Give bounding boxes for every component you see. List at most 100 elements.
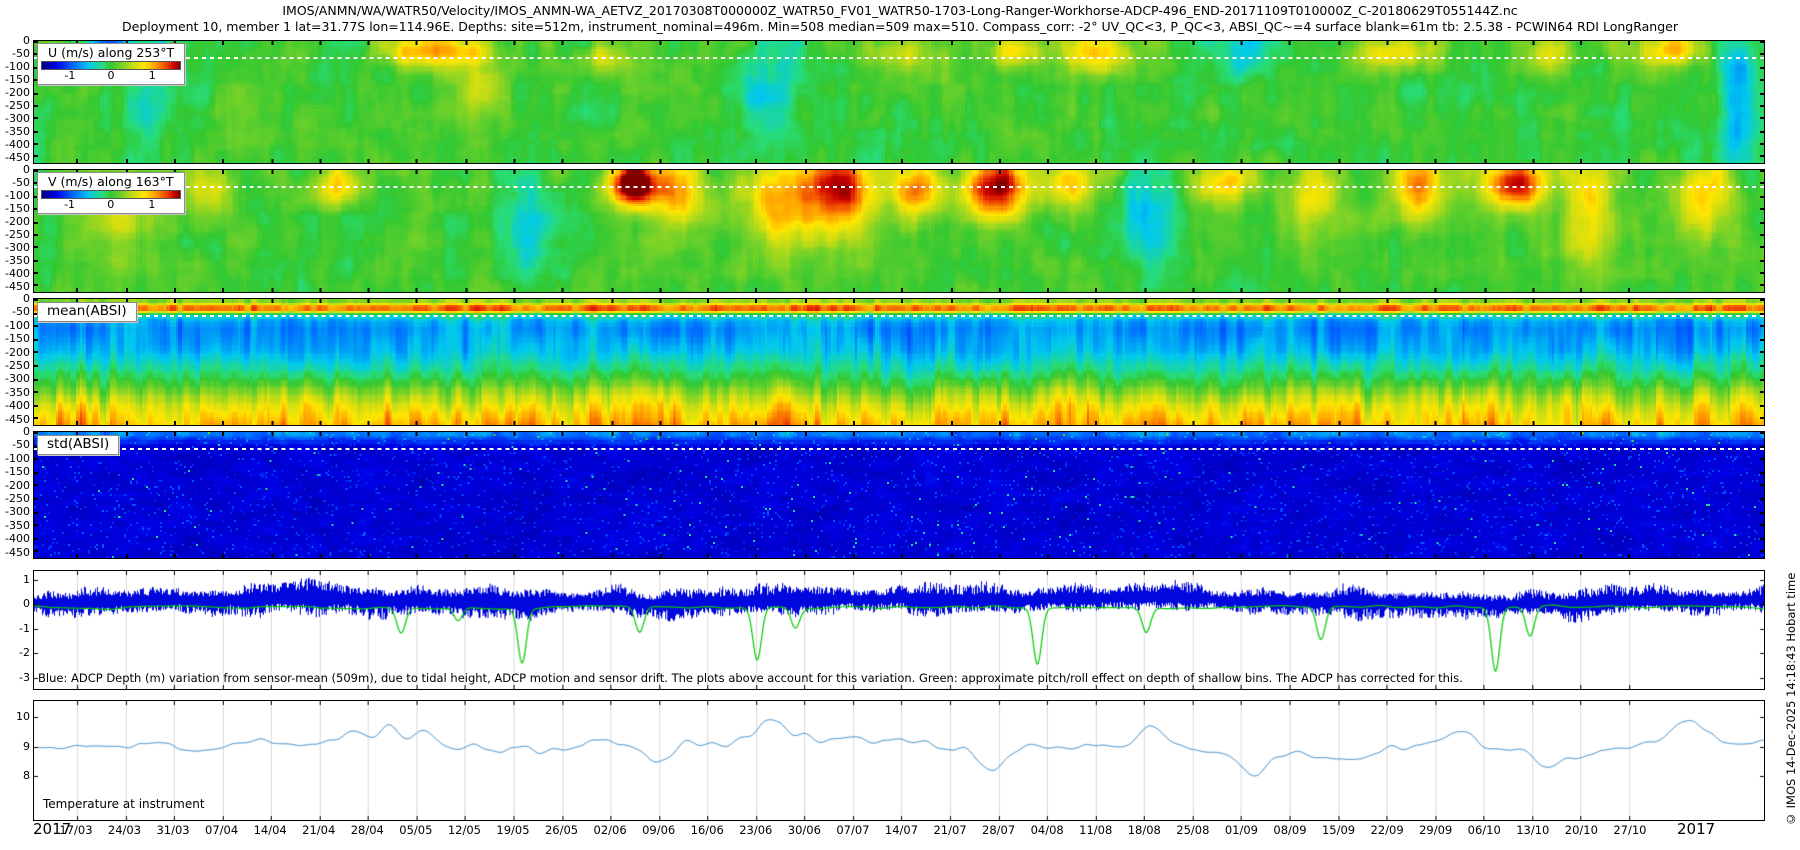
colorbar-tick-label: 0 [107, 198, 115, 211]
panel-v-velocity: V (m/s) along 163°T -1 0 1 [33, 169, 1765, 293]
x-tick-label: 29/09 [1419, 823, 1453, 837]
x-tick-label: 12/05 [447, 823, 482, 837]
y-tick-label: 0 [23, 292, 30, 305]
adcp-figure: IMOS/ANMN/WA/WATR50/Velocity/IMOS_ANMN-W… [0, 0, 1800, 850]
figure-title: IMOS/ANMN/WA/WATR50/Velocity/IMOS_ANMN-W… [282, 3, 1518, 18]
panel-depth-variation: Blue: ADCP Depth (m) variation from sens… [33, 570, 1765, 690]
mean-absi-heatmap [34, 299, 1764, 425]
x-tick-label: 26/05 [544, 823, 579, 837]
x-tick-label: 27/10 [1613, 823, 1647, 837]
x-tick-label: 28/07 [982, 823, 1016, 837]
x-tick-label: 23/06 [739, 823, 773, 837]
x-tick-label: 17/03 [59, 823, 93, 837]
y-tick-label: -250 [5, 227, 30, 241]
x-tick-label: 14/04 [253, 823, 287, 837]
v-velocity-heatmap [34, 170, 1764, 292]
panel-u-velocity: U (m/s) along 253°T -1 0 1 [33, 40, 1765, 164]
y-tick-label: 8 [23, 768, 30, 782]
y-tick-label: -2 [19, 646, 30, 660]
y-tick-label: -100 [5, 188, 30, 202]
y-tick-label: -50 [12, 438, 30, 452]
y-tick-label: -200 [5, 214, 30, 228]
y-tick-label: -350 [5, 518, 30, 532]
year-label-right: 2017 [1677, 820, 1716, 838]
panel-temperature: Temperature at instrument [33, 700, 1765, 821]
u-velocity-heatmap [34, 41, 1764, 163]
y-tick-label: -1 [19, 621, 30, 635]
legend-v-velocity: V (m/s) along 163°T -1 0 1 [37, 172, 185, 214]
colorbar-tick-label: -1 [64, 198, 76, 211]
colorbar-tick-label: 1 [148, 198, 156, 211]
colorbar-tick-label: 0 [107, 69, 115, 82]
x-tick-label: 31/03 [156, 823, 190, 837]
y-tick-label: -200 [5, 345, 30, 359]
std-absi-label: std(ABSI) [37, 435, 120, 455]
y-tick-label: -400 [5, 532, 30, 546]
x-tick-label: 21/07 [933, 823, 967, 837]
y-tick-label: -350 [5, 124, 30, 138]
y-tick-label: -350 [5, 253, 30, 267]
y-tick-label: -450 [5, 279, 30, 293]
y-tick-label: -150 [5, 465, 30, 479]
y-tick-label: -200 [5, 85, 30, 99]
x-tick-label: 08/09 [1273, 823, 1307, 837]
colorbar-tick-label: 1 [148, 69, 156, 82]
y-tick-label: -400 [5, 266, 30, 280]
x-tick-label: 09/06 [642, 823, 676, 837]
y-tick-label: -250 [5, 492, 30, 506]
y-tick-label: -100 [5, 318, 30, 332]
y-tick-label: -400 [5, 137, 30, 151]
x-tick-label: 04/08 [1030, 823, 1064, 837]
x-tick-label: 05/05 [399, 823, 433, 837]
x-tick-label: 18/08 [1127, 823, 1161, 837]
y-tick-label: -400 [5, 399, 30, 413]
y-tick-label: -450 [5, 545, 30, 559]
y-tick-label: -450 [5, 150, 30, 164]
temperature-plot [34, 701, 1764, 820]
x-tick-label: 13/10 [1516, 823, 1550, 837]
x-tick-label: 21/04 [302, 823, 336, 837]
temperature-label: Temperature at instrument [43, 797, 205, 811]
x-tick-label: 15/09 [1321, 823, 1356, 837]
y-tick-label: -150 [5, 332, 30, 346]
y-tick-label: -250 [5, 359, 30, 373]
x-tick-label: 25/08 [1176, 823, 1210, 837]
y-tick-label: 10 [16, 710, 30, 724]
x-tick-label: 02/06 [593, 823, 627, 837]
x-tick-label: 24/03 [107, 823, 142, 837]
figure-subtitle: Deployment 10, member 1 lat=31.77S lon=1… [122, 19, 1678, 34]
y-tick-label: -150 [5, 72, 30, 86]
x-tick-label: 30/06 [787, 823, 821, 837]
mean-absi-label: mean(ABSI) [37, 302, 137, 322]
y-tick-label: -450 [5, 412, 30, 426]
x-tick-label: 22/09 [1370, 823, 1404, 837]
x-tick-label: 16/06 [690, 823, 724, 837]
legend-u-title: U (m/s) along 253°T [48, 45, 175, 60]
y-tick-label: 1 [23, 572, 30, 586]
colorbar-v: -1 0 1 [40, 190, 181, 213]
panel-std-absi: std(ABSI) [33, 431, 1765, 559]
y-tick-label: -50 [12, 46, 30, 60]
imos-watermark: © IMOS 14-Dec-2025 14:18:43 Hobart time [1784, 572, 1798, 826]
depth-variation-annotation: Blue: ADCP Depth (m) variation from sens… [38, 671, 1463, 685]
colorbar-u: -1 0 1 [41, 61, 182, 84]
y-tick-label: -250 [5, 98, 30, 112]
y-tick-label: 0 [23, 425, 30, 438]
y-tick-label: 9 [23, 739, 30, 753]
y-tick-label: -200 [5, 478, 30, 492]
legend-v-title: V (m/s) along 163°T [48, 174, 174, 189]
y-tick-label: -350 [5, 385, 30, 399]
y-tick-label: 0 [23, 34, 30, 47]
y-tick-label: -300 [5, 111, 30, 125]
legend-u-velocity: U (m/s) along 253°T -1 0 1 [37, 43, 186, 85]
colorbar-tick-label: -1 [64, 69, 76, 82]
x-tick-label: 20/10 [1564, 823, 1598, 837]
x-tick-label: 19/05 [496, 823, 530, 837]
y-tick-label: -300 [5, 505, 30, 519]
x-tick-label: 06/10 [1467, 823, 1501, 837]
y-tick-label: -100 [5, 59, 30, 73]
y-tick-label: -100 [5, 451, 30, 465]
x-tick-label: 28/04 [350, 823, 384, 837]
y-tick-label: 0 [23, 163, 30, 176]
x-tick-label: 14/07 [884, 823, 919, 837]
